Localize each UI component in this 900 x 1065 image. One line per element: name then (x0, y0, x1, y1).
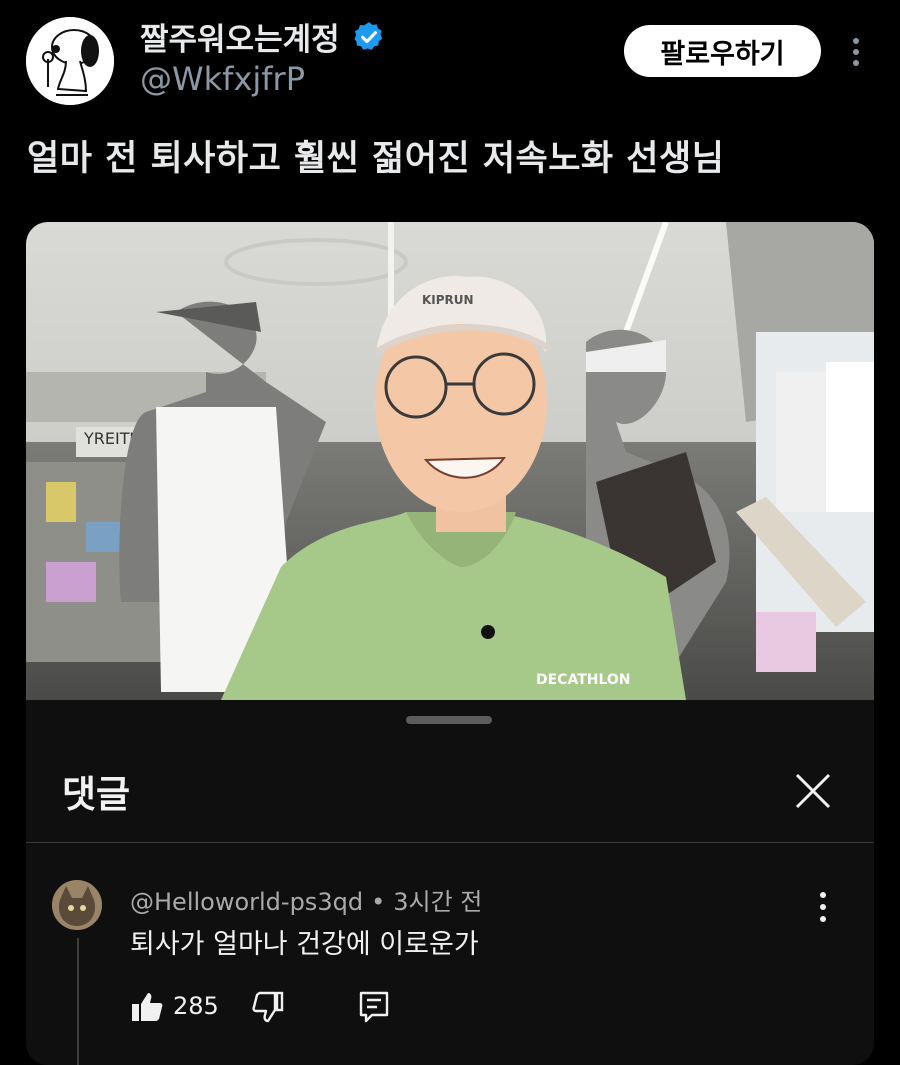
video-frame[interactable]: YREITUY DECATHLON KIPRUN (26, 222, 874, 700)
cat-avatar-icon (52, 880, 102, 930)
thread-line (77, 938, 79, 1065)
commenter-avatar[interactable] (52, 880, 102, 930)
comment-time: 3시간 전 (393, 888, 483, 916)
cap-logo: KIPRUN (422, 293, 474, 307)
reply-icon[interactable] (358, 990, 390, 1024)
shirt-logo: DECATHLON (536, 672, 631, 688)
meta-separator: • (371, 888, 386, 916)
verified-badge-icon (354, 21, 382, 50)
media-card[interactable]: YREITUY DECATHLON KIPRUN 댓글 @Helloworld-… (26, 222, 874, 1065)
like-count: 285 (173, 992, 219, 1020)
thumb-down-icon[interactable] (250, 990, 284, 1024)
thumb-up-icon[interactable] (130, 990, 164, 1024)
display-name-text: 짤주워오는계정 (140, 22, 340, 58)
divider (26, 842, 874, 843)
follow-button[interactable]: 팔로우하기 (624, 25, 821, 77)
drag-handle[interactable] (406, 716, 492, 724)
comment-more-icon[interactable] (816, 890, 830, 924)
comment-author[interactable]: @Helloworld-ps3qd (130, 888, 363, 916)
profile-avatar[interactable] (26, 17, 114, 105)
post-text: 얼마 전 퇴사하고 훨씬 젊어진 저속노화 선생님 (27, 139, 725, 179)
more-options-icon[interactable] (848, 36, 864, 68)
comments-sheet: 댓글 @Helloworld-ps3qd • 3시간 전 퇴사가 얼마나 건강에 이… (26, 700, 874, 1065)
snoopy-avatar-icon (26, 17, 114, 105)
comment-text: 퇴사가 얼마나 건강에 이로운가 (130, 929, 479, 960)
user-handle[interactable]: @WkfxjfrP (140, 60, 305, 98)
display-name[interactable]: 짤주워오는계정 (140, 14, 386, 59)
comment-meta: @Helloworld-ps3qd • 3시간 전 (130, 882, 482, 917)
comments-title: 댓글 (62, 773, 131, 816)
close-icon[interactable] (794, 772, 832, 810)
